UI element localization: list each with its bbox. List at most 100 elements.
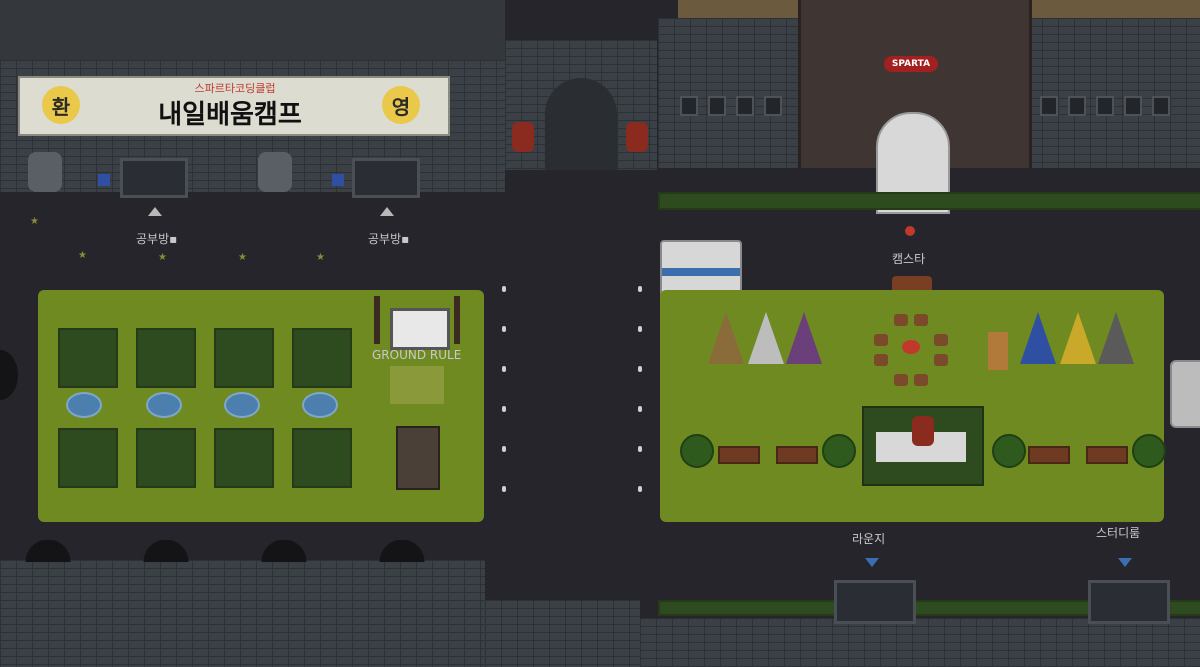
flower-bed: [58, 428, 118, 488]
lounge-door[interactable]: [834, 580, 916, 624]
fountain[interactable]: [224, 392, 260, 418]
laptop-icon: ▪: [401, 232, 410, 246]
study-room-label-1: 공부방▪: [136, 232, 178, 246]
stump-seat[interactable]: [874, 334, 888, 346]
window: [1096, 96, 1114, 116]
camsta-label: 캠스타: [892, 252, 926, 266]
building-west-roof: [0, 0, 505, 60]
flower-bed: [292, 428, 352, 488]
stump-seat[interactable]: [934, 334, 948, 346]
campfire[interactable]: [902, 340, 920, 354]
presentation-stage[interactable]: [862, 406, 984, 486]
tent-yellow[interactable]: [1060, 312, 1096, 364]
wood-board: [988, 332, 1008, 370]
study-room-door-2[interactable]: [352, 158, 420, 198]
arch-row: [20, 540, 460, 562]
window: [1040, 96, 1058, 116]
ground-rule-label: GROUND RULE: [372, 348, 462, 362]
study-room-label-2: 공부방▪: [368, 232, 410, 246]
game-map[interactable]: 환 영 스파르타코딩클럽 내일배움캠프 공부방▪ 공부방▪ SPARTA 캠스타…: [0, 0, 1200, 667]
star-sparkle: ★: [78, 250, 87, 261]
tent-blue[interactable]: [1020, 312, 1056, 364]
tent-purple[interactable]: [786, 312, 822, 364]
throne[interactable]: [396, 426, 440, 490]
lamp-post-left: [374, 296, 380, 344]
tent-gray[interactable]: [1098, 312, 1134, 364]
road-post: [502, 366, 506, 372]
stump-seat[interactable]: [894, 374, 908, 386]
ground-rule-mat: [390, 366, 444, 404]
window: [1068, 96, 1086, 116]
speaker-character[interactable]: [912, 416, 934, 446]
flower-bed: [292, 328, 352, 388]
hedge-row-north: [658, 192, 1200, 210]
ground-rule-board[interactable]: [390, 308, 450, 350]
fountain[interactable]: [146, 392, 182, 418]
road-post: [638, 446, 642, 452]
building-southeast: [640, 618, 1200, 667]
road-post: [502, 406, 506, 412]
bench[interactable]: [1086, 446, 1128, 464]
lamp-post-right: [454, 296, 460, 344]
welcome-banner: 환 영 스파르타코딩클럽 내일배움캠프: [18, 76, 450, 136]
banner-right-circle: 영: [382, 86, 420, 124]
stump-seat[interactable]: [894, 314, 908, 326]
arrow-up-icon: [148, 207, 162, 216]
arrow-up-icon: [380, 207, 394, 216]
flower-bed: [58, 328, 118, 388]
bench[interactable]: [776, 446, 818, 464]
guard-character-right[interactable]: [626, 122, 648, 152]
tent-white[interactable]: [748, 312, 784, 364]
tent-brown[interactable]: [708, 312, 744, 364]
stump-seat[interactable]: [874, 354, 888, 366]
statue-left: [28, 152, 62, 192]
laptop-icon: ▪: [169, 232, 178, 246]
guard-character-left[interactable]: [512, 122, 534, 152]
arrow-down-icon: [1118, 558, 1132, 567]
banner-title: 내일배움캠프: [158, 100, 302, 130]
road-post: [502, 286, 506, 292]
banner-right-char: 영: [391, 94, 411, 119]
dark-orb: [0, 350, 18, 400]
mailbox-1: [98, 174, 110, 186]
camsta-marker: [905, 226, 915, 236]
study-room-east-door[interactable]: [1088, 580, 1170, 624]
tree: [680, 434, 714, 468]
window: [708, 96, 726, 116]
stump-seat[interactable]: [914, 314, 928, 326]
road-post: [638, 326, 642, 332]
south-gate: [485, 600, 640, 667]
stump-seat[interactable]: [914, 374, 928, 386]
stump-seat[interactable]: [934, 354, 948, 366]
bench[interactable]: [718, 446, 760, 464]
arrow-down-icon: [865, 558, 879, 567]
statue-right: [258, 152, 292, 192]
study-room-east-label: 스터디룸: [1096, 526, 1141, 540]
banner-left-char: 환: [51, 94, 71, 119]
banner-left-circle: 환: [42, 86, 80, 124]
tree: [1132, 434, 1166, 468]
star-sparkle: ★: [316, 252, 325, 263]
mailbox-2: [332, 174, 344, 186]
sparta-sign: SPARTA: [884, 56, 938, 72]
study-room-door-1[interactable]: [120, 158, 188, 198]
fountain[interactable]: [66, 392, 102, 418]
bench[interactable]: [1028, 446, 1070, 464]
building-southwest: [0, 560, 485, 667]
fountain[interactable]: [302, 392, 338, 418]
star-sparkle: ★: [238, 252, 247, 263]
side-portal[interactable]: [1170, 360, 1200, 428]
food-truck-stripe: [662, 268, 740, 276]
window: [680, 96, 698, 116]
tree: [822, 434, 856, 468]
road-post: [638, 286, 642, 292]
center-gate-arch[interactable]: [545, 78, 617, 170]
road-post: [502, 446, 506, 452]
window: [736, 96, 754, 116]
road-post: [502, 326, 506, 332]
window: [1124, 96, 1142, 116]
tree: [992, 434, 1026, 468]
flower-bed: [214, 428, 274, 488]
lounge-label: 라운지: [852, 532, 886, 546]
flower-bed: [136, 428, 196, 488]
